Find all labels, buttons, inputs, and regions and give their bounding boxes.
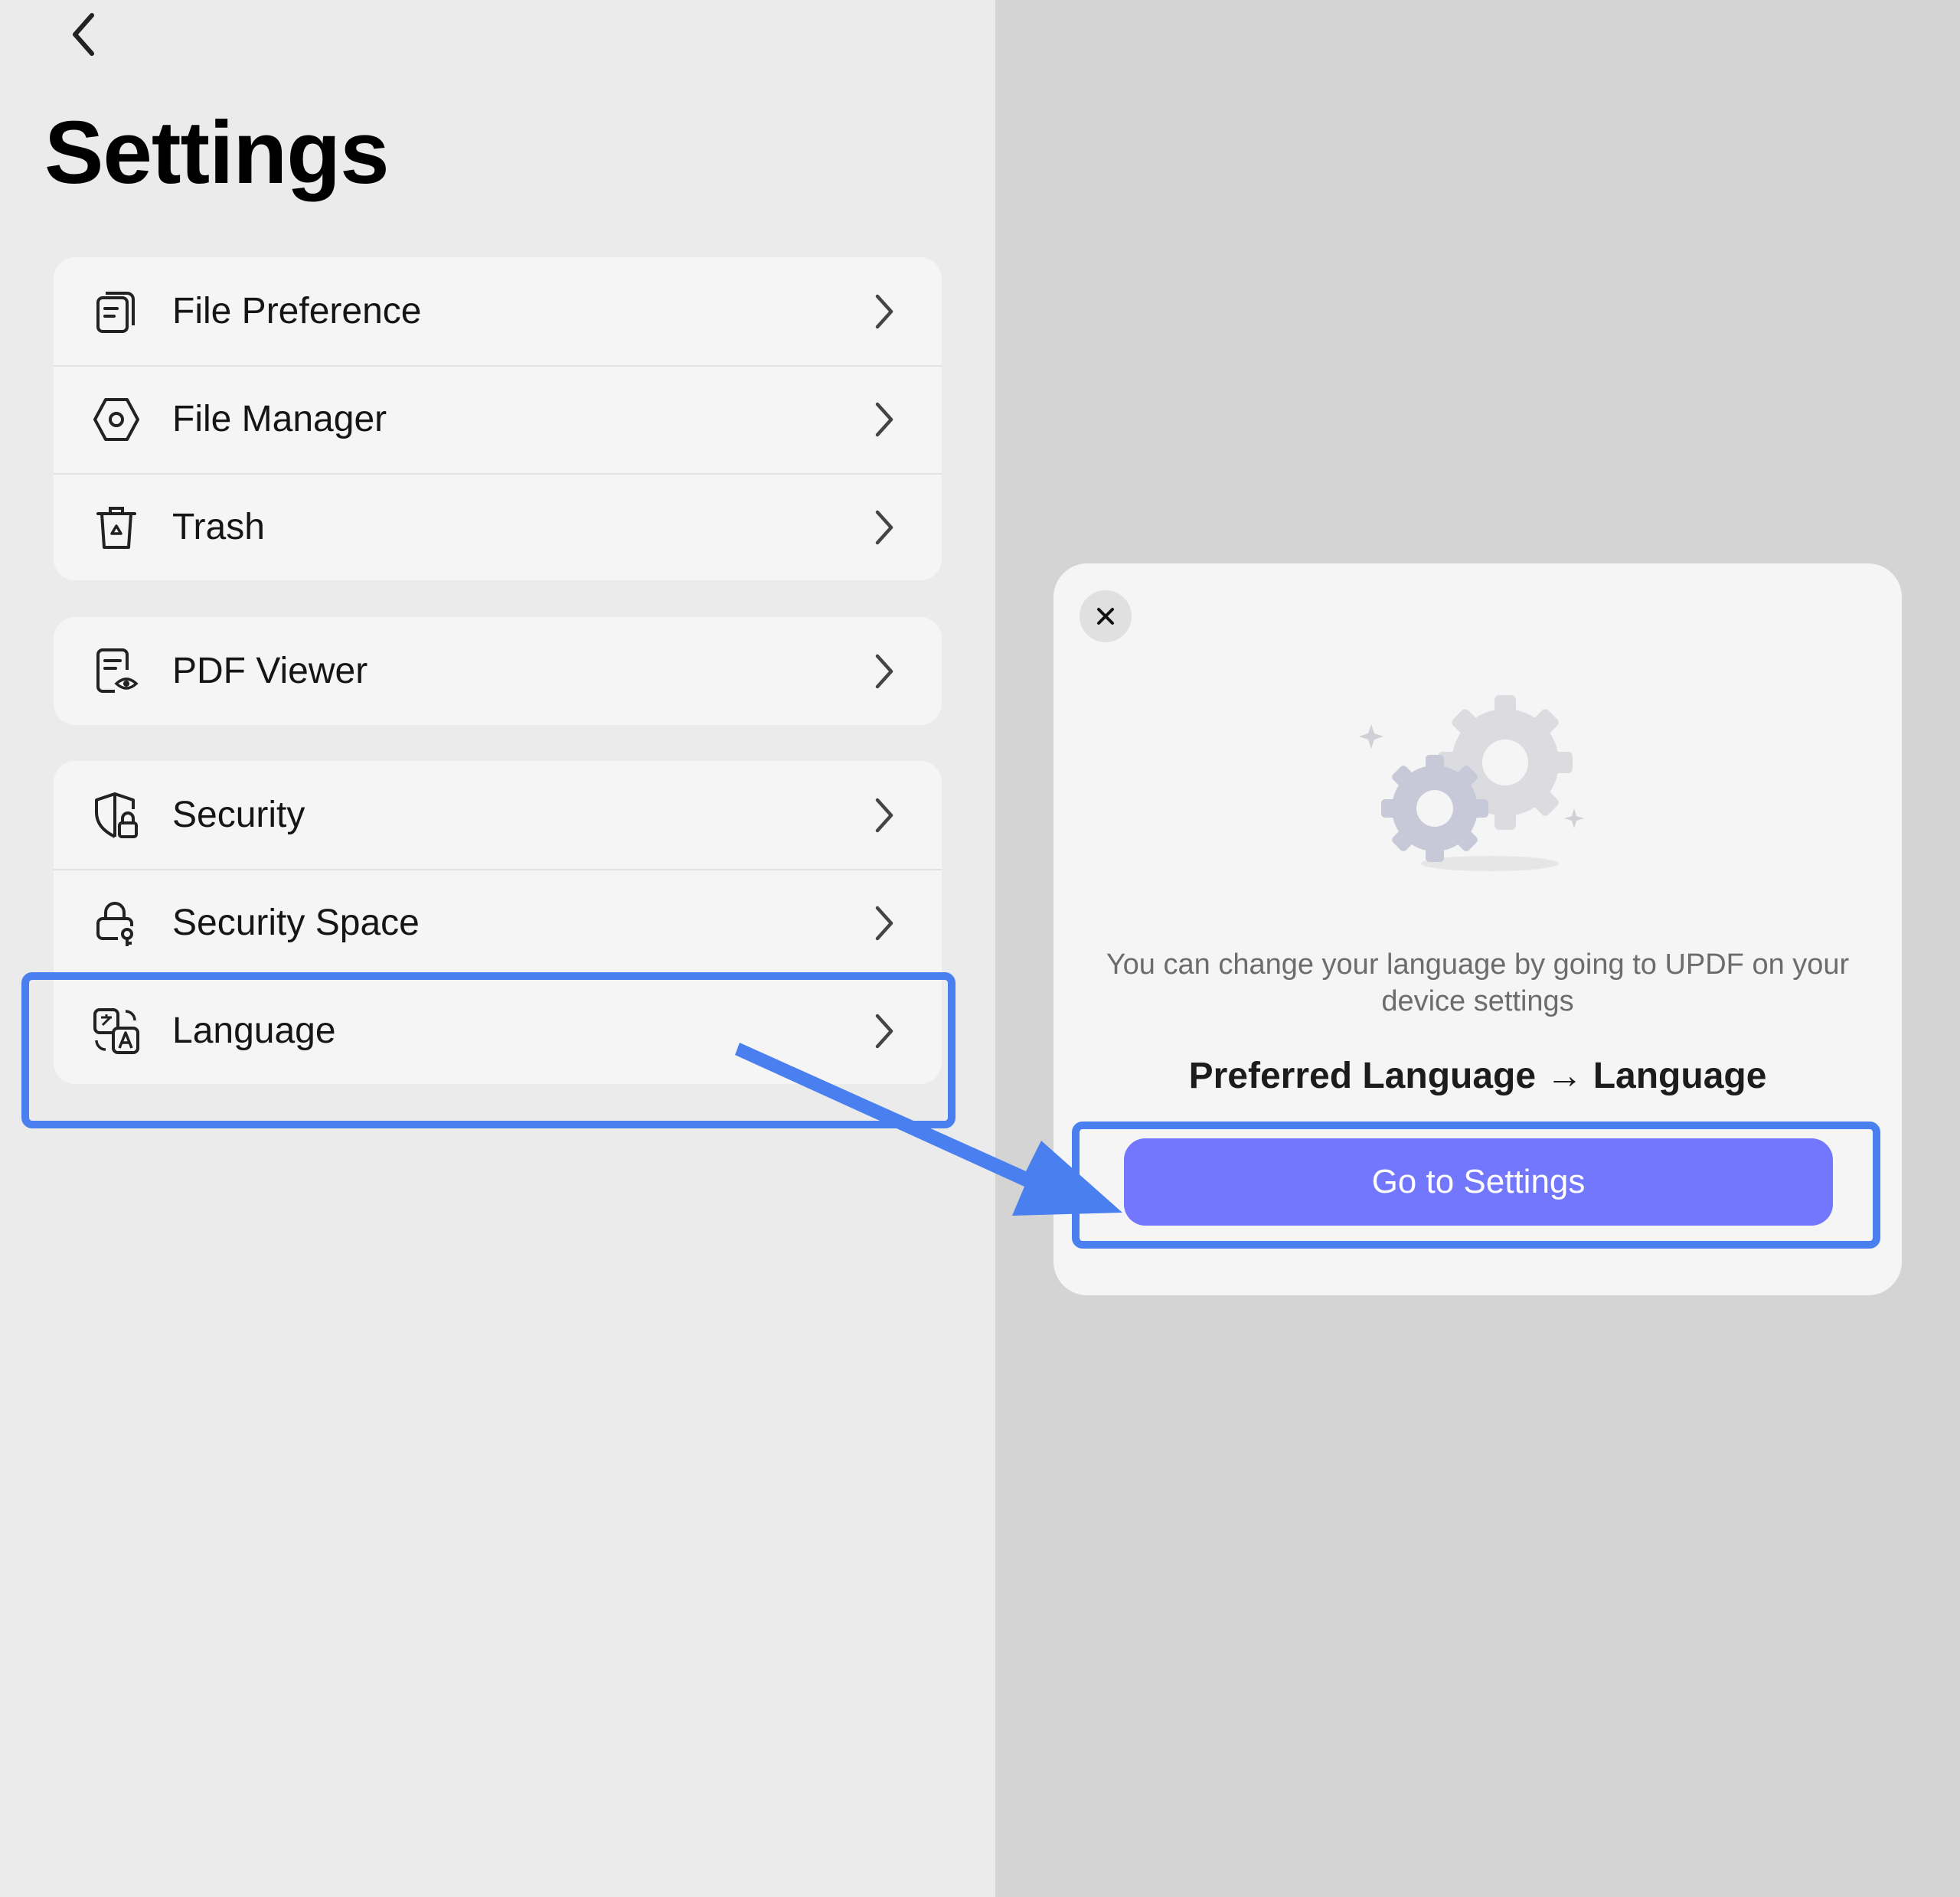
settings-item-trash[interactable]: Trash: [54, 473, 942, 580]
chevron-right-icon: [875, 510, 893, 545]
close-icon: [1097, 608, 1114, 625]
gears-illustration-icon: [1359, 695, 1584, 871]
chevron-right-icon: [875, 654, 893, 689]
settings-item-label: Security Space: [172, 903, 420, 943]
page-title: Settings: [44, 103, 390, 202]
settings-item-file-preference[interactable]: File Preference: [54, 257, 942, 365]
lock-key-icon: [96, 902, 133, 946]
file-manager-icon: [93, 398, 139, 441]
settings-item-label: Trash: [172, 507, 265, 547]
dialog-settings-path: Preferred Language → Language: [1188, 1056, 1767, 1096]
settings-item-label: PDF Viewer: [172, 651, 368, 691]
settings-item-pdf-viewer[interactable]: PDF Viewer: [54, 617, 942, 725]
chevron-right-icon: [875, 798, 893, 833]
chevron-right-icon: [875, 402, 893, 437]
settings-item-security-space[interactable]: Security Space: [54, 869, 942, 977]
file-preference-icon: [96, 292, 135, 333]
annotation-arrow-icon: [735, 1043, 1122, 1216]
go-to-settings-highlight-box: [1072, 1122, 1880, 1249]
settings-item-file-manager[interactable]: File Manager: [54, 365, 942, 473]
settings-panel: Settings File Preference File Manager Tr…: [0, 0, 995, 1897]
settings-group-files: File Preference File Manager Trash: [54, 257, 942, 580]
settings-item-label: Security: [172, 795, 305, 835]
settings-item-label: File Preference: [172, 291, 422, 331]
chevron-right-icon: [875, 294, 893, 329]
settings-item-label: File Manager: [172, 399, 387, 439]
settings-item-security[interactable]: Security: [54, 761, 942, 869]
settings-group-viewer: PDF Viewer: [54, 617, 942, 725]
back-chevron-icon[interactable]: [61, 8, 107, 61]
chevron-right-icon: [875, 906, 893, 941]
shield-lock-icon: [95, 792, 138, 838]
pdf-viewer-icon: [96, 648, 139, 693]
trash-icon: [96, 507, 136, 549]
dialog-message: You can change your language by going to…: [1106, 948, 1850, 1017]
close-button[interactable]: [1080, 590, 1132, 642]
